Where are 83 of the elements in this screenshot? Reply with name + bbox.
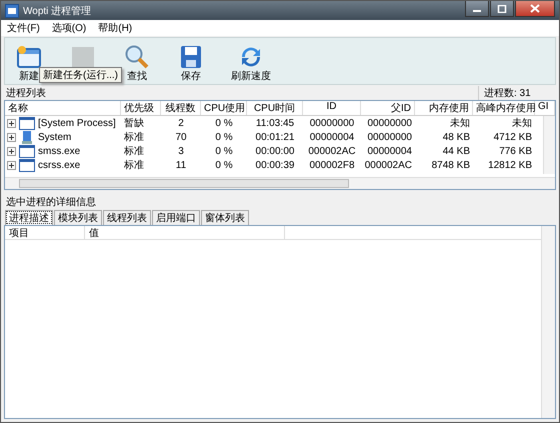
app-icon — [5, 4, 19, 18]
toolbar-button[interactable]: 保存 — [173, 45, 209, 84]
table-cell-text: 70 — [174, 132, 188, 142]
column-header[interactable]: ID — [303, 101, 361, 115]
table-cell-text: 000002F8 — [308, 160, 356, 170]
expand-icon[interactable] — [7, 146, 16, 156]
toolbar-button[interactable]: 刷新速度 — [227, 45, 275, 84]
column-header[interactable]: CPU时间 — [247, 101, 303, 115]
table-cell-text: 标准 — [123, 144, 145, 158]
tab[interactable]: 线程列表 — [103, 210, 151, 225]
column-header[interactable]: 高峰内存使用 — [473, 101, 535, 115]
column-header[interactable]: 线程数 — [161, 101, 201, 115]
table-cell-text: 4712 KB — [492, 132, 533, 142]
section-title: 选中进程的详细信息 — [6, 196, 96, 208]
toolbar-button[interactable]: 查找 — [119, 45, 155, 84]
window-icon — [19, 144, 35, 158]
column-header[interactable]: 项目 — [5, 226, 85, 239]
close-icon — [530, 4, 540, 13]
tab[interactable]: 窗体列表 — [201, 210, 249, 225]
computer-icon — [19, 130, 35, 144]
square-icon — [70, 45, 96, 69]
table-cell-text: 00000000 — [366, 118, 413, 128]
window-icon — [16, 45, 42, 69]
expand-icon[interactable] — [7, 118, 16, 128]
table-cell-text: 000002AC — [364, 160, 413, 170]
table-cell-text: 0 % — [214, 160, 234, 170]
table-cell-text: 0 % — [214, 132, 234, 142]
table-cell-text: 标准 — [123, 130, 145, 144]
table-cell-text: 00:00:00 — [254, 146, 296, 156]
window-icon — [19, 116, 35, 130]
expand-icon[interactable] — [7, 132, 16, 142]
menu-item[interactable]: 文件(F) — [7, 21, 40, 35]
process-name: smss.exe — [38, 146, 80, 156]
table-cell-text: 8748 KB — [430, 160, 471, 170]
column-header[interactable]: CPU使用 — [201, 101, 247, 115]
table-cell-text: 44 KB — [442, 146, 471, 156]
column-header[interactable]: 父ID — [361, 101, 415, 115]
table-cell-text: 未知 — [511, 116, 533, 130]
table-cell-text: 未知 — [449, 116, 471, 130]
window-icon — [19, 158, 35, 172]
maximize-button[interactable] — [490, 1, 514, 17]
process-name: [System Process] — [38, 118, 116, 128]
process-name: csrss.exe — [38, 160, 80, 170]
table-cell-text: 00:01:21 — [254, 132, 296, 142]
tab[interactable]: 进程描述 — [5, 210, 53, 225]
close-button[interactable] — [515, 1, 555, 17]
vertical-scrollbar[interactable] — [541, 226, 555, 418]
table-cell-text: 00:00:39 — [254, 160, 296, 170]
table-cell-text: 标准 — [123, 158, 145, 172]
column-header[interactable]: 优先级 — [121, 101, 161, 115]
column-header[interactable]: 内存使用 — [415, 101, 473, 115]
process-name: System — [38, 132, 72, 142]
minimize-button[interactable] — [465, 1, 489, 17]
table-cell-text: 12812 KB — [487, 160, 533, 170]
table-cell-text: 48 KB — [442, 132, 471, 142]
column-header[interactable]: 值 — [85, 226, 285, 239]
search-icon — [124, 45, 150, 69]
tab[interactable]: 启用端口 — [152, 210, 200, 225]
table-cell-text: 0 % — [214, 118, 234, 128]
menu-item[interactable]: 选项(O) — [52, 21, 86, 35]
table-cell-text: 0 % — [214, 146, 234, 156]
window-title: Wopti 进程管理 — [23, 4, 92, 18]
horizontal-scrollbar[interactable] — [5, 177, 555, 189]
expand-icon[interactable] — [7, 160, 16, 170]
table-cell-text: 000002AC — [307, 146, 357, 156]
table-cell-text: 776 KB — [498, 146, 533, 156]
column-header[interactable]: 名称 — [5, 101, 121, 115]
tab[interactable]: 模块列表 — [54, 210, 102, 225]
table-cell-text: 11:03:45 — [254, 118, 296, 128]
table-cell-text: 3 — [177, 146, 185, 156]
table-cell-text: 00000004 — [366, 146, 413, 156]
table-cell-text: 00000004 — [308, 132, 356, 142]
table-cell-text: 00000000 — [366, 132, 413, 142]
tooltip: 新建任务(运行...) — [39, 67, 122, 83]
section-title: 进程列表 — [6, 86, 46, 100]
table-cell-text: 2 — [177, 118, 185, 128]
column-header[interactable]: GI — [535, 101, 555, 115]
table-cell-text: 暂缺 — [123, 116, 145, 130]
menu-item[interactable]: 帮助(H) — [98, 21, 132, 35]
table-cell-text: 00000000 — [308, 118, 356, 128]
vertical-scrollbar[interactable] — [543, 116, 555, 174]
maximize-icon — [497, 4, 507, 12]
table-cell-text: 11 — [174, 160, 188, 170]
